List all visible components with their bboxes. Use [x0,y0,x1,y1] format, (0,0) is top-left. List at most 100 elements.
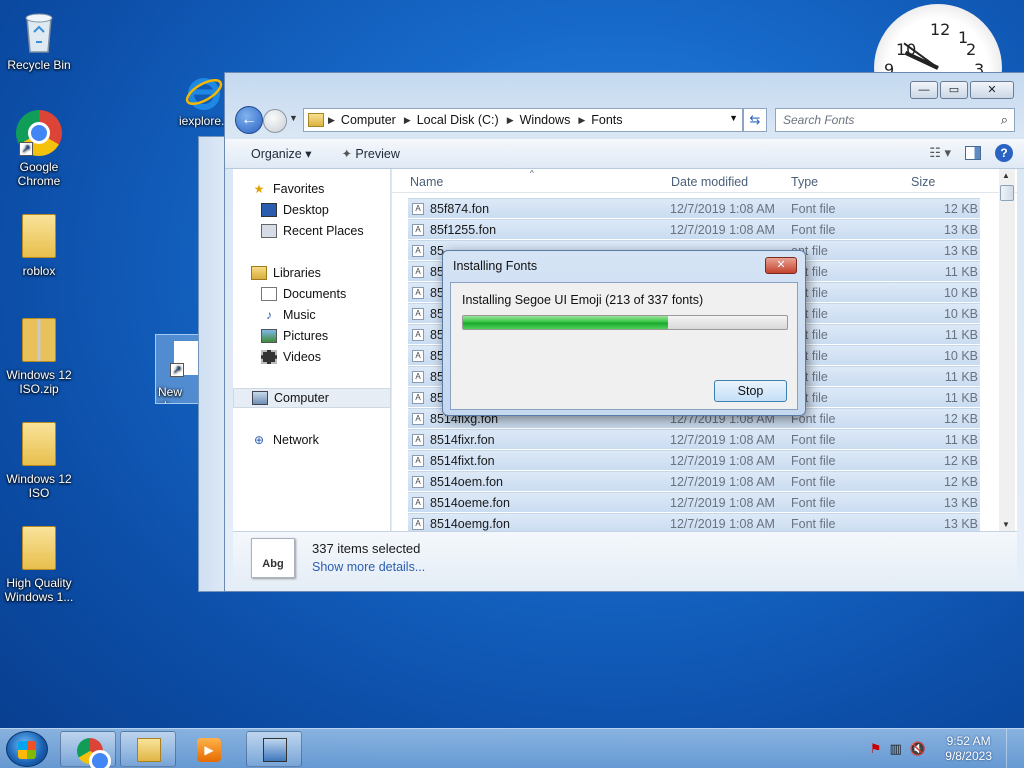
column-name[interactable]: Name [410,175,443,189]
breadcrumb-local-disk[interactable]: Local Disk (C:) [417,113,499,127]
recycle-bin-icon [15,8,63,56]
show-desktop-button[interactable] [1006,729,1020,768]
breadcrumb-windows[interactable]: Windows [520,113,571,127]
desktop-icon-iexplore[interactable]: iexplore... [170,72,226,128]
address-dropdown-icon[interactable]: ▼ [729,113,738,123]
desktop-icon-label: iexplore... [179,114,226,128]
preview-button[interactable]: ✦ Preview [341,146,399,161]
table-row[interactable]: A 85f1255.fon 12/7/2019 1:08 AM Font file 13… [408,219,980,239]
desktop-icon-recycle-bin[interactable]: Recycle Bin [1,8,77,72]
file-name: 8514fixr.fon [430,433,495,447]
breadcrumb-separator-icon[interactable]: ▶ [507,115,514,126]
desktop-icon-roblox[interactable]: roblox [1,214,77,278]
file-size: 13 KB [943,517,978,531]
folder-icon [15,214,63,262]
refresh-button[interactable]: ⇆ [743,108,767,132]
table-row[interactable]: A 8514oem.fon 12/7/2019 1:08 AM Font file 12… [408,471,980,491]
nav-label: Favorites [273,182,325,196]
taskbar-explorer[interactable] [120,731,176,767]
desktop-icon-google-chrome[interactable]: ↗ Google Chrome [1,110,77,188]
table-row[interactable]: A 8514oemg.fon 12/7/2019 1:08 AM Font file 1… [408,513,980,531]
dialog-close-button[interactable]: ✕ [765,257,797,274]
network-icon: ⊕ [253,433,265,447]
breadcrumb-computer[interactable]: Computer [341,113,396,127]
breadcrumb-separator-icon[interactable]: ▶ [328,115,335,126]
font-file-icon: A [412,413,424,425]
minimize-button[interactable]: — [910,81,938,99]
progress-fill [463,316,668,329]
maximize-button[interactable]: ▭ [940,81,968,99]
navigation-pane: ★ Favorites Desktop Recent Places Librari… [233,169,391,531]
desktop-icon-high-quality-windows[interactable]: High Quality Windows 1... [1,526,77,604]
close-button[interactable]: ✕ [970,81,1014,99]
vertical-scrollbar[interactable]: ▲ ▼ [999,169,1015,531]
column-date-modified[interactable]: Date modified [671,175,748,189]
column-size[interactable]: Size [911,175,935,189]
shortcut-arrow-icon: ↗ [19,142,33,156]
table-row[interactable]: A 8514fixt.fon 12/7/2019 1:08 AM Font file 1… [408,450,980,470]
search-placeholder: Search Fonts [783,113,855,127]
view-options-icon[interactable]: ☷ ▾ [929,145,951,161]
help-icon[interactable]: ? [995,144,1013,162]
start-button[interactable] [6,731,48,767]
column-type[interactable]: Type [791,175,818,189]
forward-button[interactable] [263,109,287,133]
network-icon[interactable]: ▥ [890,741,902,757]
file-type: Font file [791,496,836,510]
nav-favorites[interactable]: ★ Favorites [251,179,409,199]
action-center-alert-icon[interactable]: ⚑ [870,741,882,757]
stop-button[interactable]: Stop [714,380,787,402]
file-size: 11 KB [944,433,978,447]
organize-button[interactable]: Organize ▾ [251,146,311,161]
scroll-thumb[interactable] [1000,185,1014,201]
scroll-up-icon[interactable]: ▲ [1002,171,1010,180]
breadcrumb-fonts[interactable]: Fonts [591,113,622,127]
table-row[interactable]: A 8514oeme.fon 12/7/2019 1:08 AM Font file 1… [408,492,980,512]
file-date: 12/7/2019 1:08 AM [670,475,775,489]
clock-display[interactable]: 9:52 AM 9/8/2023 [945,734,992,764]
desktop-icon-windows-12-iso[interactable]: Windows 12 ISO [1,422,77,500]
search-input[interactable]: Search Fonts ⌕ [775,108,1015,132]
clock-number: 12 [930,20,951,39]
file-size: 12 KB [943,454,978,468]
table-row[interactable]: A 85f874.fon 12/7/2019 1:08 AM Font file 12 … [408,198,980,218]
font-file-icon: A [412,371,424,383]
font-file-icon: A [412,434,424,446]
show-more-details-link[interactable]: Show more details... [312,560,425,574]
breadcrumb-separator-icon[interactable]: ▶ [578,115,585,126]
volume-muted-icon[interactable]: 🔇 [910,741,926,757]
preview-pane-icon[interactable] [965,146,981,160]
taskbar-chrome[interactable] [60,731,116,768]
desktop-icon-label: Recycle Bin [7,58,71,72]
font-file-icon: A [412,203,424,215]
scroll-down-icon[interactable]: ▼ [1002,520,1010,529]
nav-network[interactable]: ⊕ Network [251,430,409,450]
desktop-icon-new-shortcut[interactable]: ↗ New sh... [155,334,199,404]
breadcrumb-separator-icon[interactable]: ▶ [404,115,411,126]
file-name: 8514oem.fon [430,475,503,489]
nav-computer[interactable]: Computer [233,388,391,408]
file-type: Font file [791,454,836,468]
file-size: 12 KB [943,475,978,489]
desktop-icon-label: New sh... [158,385,183,403]
back-button[interactable]: ← [235,106,263,134]
taskbar-font-installer[interactable] [246,731,302,767]
file-name: 85f874.fon [430,202,490,216]
font-file-icon: A [412,224,424,236]
file-date: 12/7/2019 1:08 AM [670,202,775,216]
recent-pages-chevron-icon[interactable]: ▼ [289,113,298,123]
file-date: 12/7/2019 1:08 AM [670,517,775,531]
font-file-icon: A [412,245,424,257]
font-file-icon: A [412,329,424,341]
address-bar[interactable]: ▶ Computer ▶ Local Disk (C:) ▶ Windows ▶… [303,108,743,132]
taskbar-media-player[interactable]: ▶ [180,731,236,767]
nav-libraries[interactable]: Libraries [251,263,409,283]
navigation-bar: ← ▼ ▶ Computer ▶ Local Disk (C:) ▶ Windo… [235,105,1015,135]
preview-icon: ✦ [341,147,356,161]
media-player-icon: ▶ [197,738,221,762]
file-date: 12/7/2019 1:08 AM [670,496,775,510]
table-row[interactable]: A 8514fixr.fon 12/7/2019 1:08 AM Font file 1… [408,429,980,449]
font-file-icon: A [412,455,424,467]
nav-label: Music [283,308,316,322]
desktop-icon-windows-12-iso-zip[interactable]: Windows 12 ISO.zip [1,318,77,396]
